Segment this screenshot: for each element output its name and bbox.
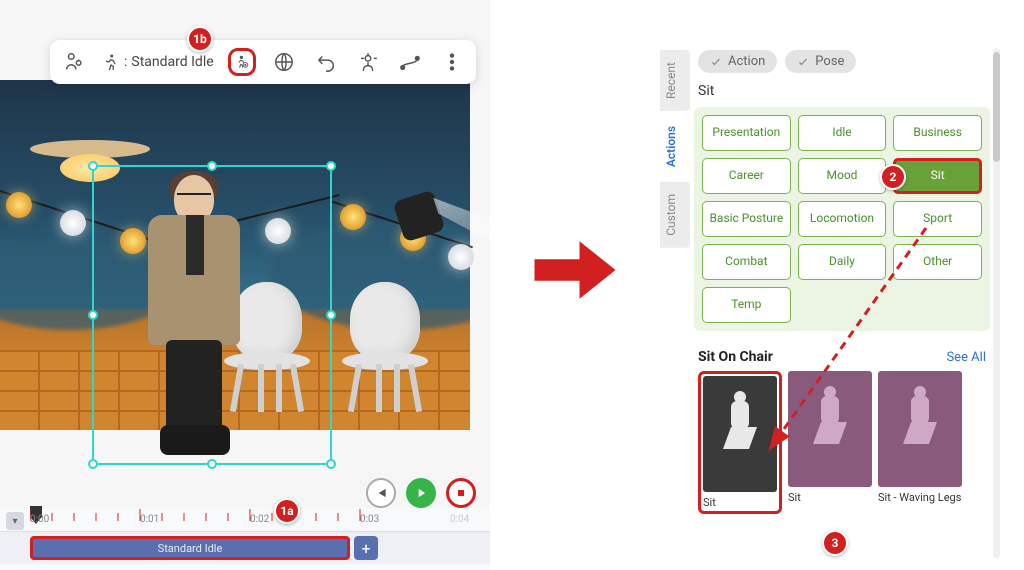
section-header: Sit On Chair See All	[698, 349, 986, 365]
timeline-track[interactable]: Standard Idle +	[0, 532, 490, 564]
resize-handle[interactable]	[326, 161, 336, 171]
category-grid: Presentation Idle Business Career Mood S…	[694, 107, 990, 331]
category-mood[interactable]: Mood	[798, 158, 887, 194]
camera-target-icon[interactable]	[354, 48, 382, 76]
undo-icon[interactable]	[312, 48, 340, 76]
prev-frame-button[interactable]	[366, 478, 396, 508]
timeline-clip[interactable]: Standard Idle	[30, 536, 350, 560]
current-action-label[interactable]: : Standard Idle	[102, 53, 214, 71]
selection-box[interactable]	[92, 165, 332, 465]
scene-chair	[338, 282, 434, 412]
category-idle[interactable]: Idle	[798, 115, 887, 151]
stop-button[interactable]	[446, 478, 476, 508]
annotation-badge-1b: 1b	[187, 26, 213, 52]
tab-actions[interactable]: Actions	[660, 114, 690, 179]
check-icon	[797, 56, 809, 68]
category-sport[interactable]: Sport	[893, 201, 982, 237]
plus-icon: +	[361, 539, 370, 558]
action-thumb-sit[interactable]: Sit	[698, 371, 782, 514]
category-basic-posture[interactable]: Basic Posture	[702, 201, 791, 237]
resize-handle[interactable]	[88, 310, 98, 320]
instruction-arrow-icon	[530, 230, 620, 310]
category-locomotion[interactable]: Locomotion	[798, 201, 887, 237]
filter-pills: Action Pose	[660, 44, 990, 79]
playback-controls	[366, 478, 476, 508]
category-other[interactable]: Other	[893, 244, 982, 280]
resize-handle[interactable]	[88, 161, 98, 171]
thumbnail-row: Sit Sit Sit - Waving Legs	[698, 371, 990, 514]
tab-custom[interactable]: Custom	[660, 182, 690, 248]
character-icon[interactable]	[60, 48, 88, 76]
run-icon	[102, 53, 120, 71]
action-thumb-sit-2[interactable]: Sit	[788, 371, 872, 514]
resize-handle[interactable]	[326, 459, 336, 469]
category-career[interactable]: Career	[702, 158, 791, 194]
category-combat[interactable]: Combat	[702, 244, 791, 280]
pill-action[interactable]: Action	[698, 50, 777, 73]
category-temp[interactable]: Temp	[702, 287, 791, 323]
category-sit[interactable]: Sit	[893, 158, 982, 194]
collapse-track-button[interactable]: ▾	[6, 512, 24, 530]
switch-action-button[interactable]	[228, 48, 256, 76]
action-thumb-sit-waving[interactable]: Sit - Waving Legs	[878, 371, 962, 514]
panel-tabs: Recent Actions Custom	[660, 50, 690, 251]
more-icon[interactable]	[438, 48, 466, 76]
path-icon[interactable]	[396, 48, 424, 76]
pill-label: Action	[728, 54, 765, 69]
tab-recent[interactable]: Recent	[660, 50, 690, 111]
check-icon	[710, 56, 722, 68]
add-clip-button[interactable]: +	[354, 536, 378, 560]
actions-panel: Recent Actions Custom Action Pose Sit Pr…	[660, 44, 990, 564]
annotation-badge-2: 2	[880, 164, 906, 190]
label-text: Standard Idle	[131, 54, 213, 70]
globe-icon[interactable]	[270, 48, 298, 76]
thumb-label: Sit	[703, 496, 777, 509]
thumb-label: Sit	[788, 491, 872, 504]
ruler-ticks	[30, 509, 460, 523]
section-title: Sit On Chair	[698, 349, 773, 365]
editor-canvas-area: : Standard Idle	[0, 0, 490, 570]
resize-handle[interactable]	[88, 459, 98, 469]
action-toolbar: : Standard Idle	[50, 40, 476, 84]
annotation-badge-3: 3	[822, 530, 848, 556]
annotation-badge-1a: 1a	[274, 498, 300, 524]
clip-label: Standard Idle	[158, 542, 223, 555]
resize-handle[interactable]	[207, 161, 217, 171]
see-all-link[interactable]: See All	[946, 350, 986, 365]
category-presentation[interactable]: Presentation	[702, 115, 791, 151]
play-button[interactable]	[406, 478, 436, 508]
resize-handle[interactable]	[326, 310, 336, 320]
pill-pose[interactable]: Pose	[785, 50, 856, 73]
pill-label: Pose	[815, 54, 844, 69]
category-business[interactable]: Business	[893, 115, 982, 151]
search-input[interactable]: Sit	[660, 79, 990, 107]
resize-handle[interactable]	[207, 459, 217, 469]
thumb-label: Sit - Waving Legs	[878, 491, 962, 504]
label-prefix: :	[124, 54, 127, 70]
canvas-scene[interactable]	[0, 80, 470, 430]
scrollbar[interactable]	[993, 48, 1000, 558]
category-daily[interactable]: Daily	[798, 244, 887, 280]
